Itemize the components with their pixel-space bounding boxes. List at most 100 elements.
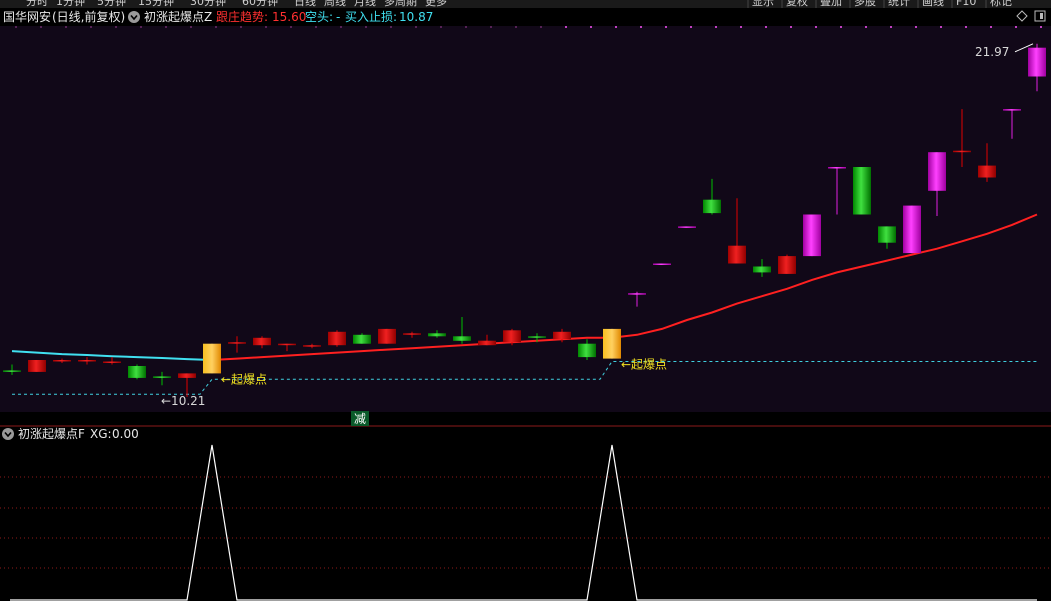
grid-dot xyxy=(940,26,942,28)
toolbar-button[interactable]: 标记 xyxy=(990,0,1012,8)
toolbar-button[interactable]: 统计 xyxy=(888,0,910,8)
grid-dot xyxy=(1015,26,1017,28)
period-label: (日线,前复权) xyxy=(52,9,125,24)
grid-dot xyxy=(315,26,317,28)
low-price-label: ←10.21 xyxy=(161,394,205,408)
candle-body xyxy=(353,334,371,344)
main-indicator-toggle-icon[interactable] xyxy=(128,11,140,23)
grid-dot xyxy=(165,26,167,28)
reduce-marker: 减 xyxy=(354,412,366,426)
grid-dot xyxy=(865,26,867,28)
candle-body xyxy=(478,340,496,346)
grid-dot xyxy=(390,26,392,28)
grid-dot xyxy=(440,26,442,28)
candle-body xyxy=(378,328,396,344)
toolbar-item[interactable]: 30分钟 xyxy=(190,0,226,8)
candle-body xyxy=(978,165,996,178)
grid-dot xyxy=(540,26,542,28)
xg-line xyxy=(10,444,1037,601)
explosion-point-label: ←起爆点 xyxy=(221,372,267,386)
candle xyxy=(128,364,146,380)
candle-body xyxy=(778,256,796,274)
xg-label: XG: xyxy=(90,427,112,441)
candle-body xyxy=(153,376,171,378)
candle xyxy=(328,330,346,347)
grid-dot xyxy=(615,26,617,28)
toolbar-button[interactable]: 画线 xyxy=(922,0,944,8)
grid-dot xyxy=(965,26,967,28)
toolbar-item[interactable]: 更多 xyxy=(425,0,447,8)
candle-body xyxy=(603,328,621,359)
candle-body xyxy=(678,226,696,228)
candle xyxy=(378,328,396,344)
grid-dot xyxy=(190,26,192,28)
candle-body xyxy=(953,150,971,153)
main-plot-area xyxy=(0,26,1051,412)
candle-body xyxy=(178,373,196,378)
grid-dot xyxy=(365,26,367,28)
follow-trend-value: 15.60 xyxy=(272,10,306,24)
candle-body xyxy=(453,336,471,341)
candle-body xyxy=(328,331,346,346)
stop-loss-value: 10.87 xyxy=(399,10,433,24)
candle-body xyxy=(228,342,246,344)
toolbar-button[interactable]: F10 xyxy=(956,0,976,8)
candle-body xyxy=(553,331,571,340)
grid-dot xyxy=(790,26,792,28)
toolbar-item[interactable]: 多周期 xyxy=(384,0,417,8)
sub-indicator-toggle-icon[interactable] xyxy=(2,428,14,440)
main-indicator-name: 初涨起爆点Z xyxy=(144,9,212,24)
toolbar-item[interactable]: 日线 xyxy=(294,0,316,8)
grid-dot xyxy=(290,26,292,28)
candle xyxy=(28,360,46,372)
candle-body xyxy=(753,266,771,273)
stop-loss-label: 买入止损: xyxy=(345,10,397,24)
toolbar-item[interactable]: 15分钟 xyxy=(138,0,174,8)
toolbar-button[interactable]: 多股 xyxy=(854,0,876,8)
grid-dot xyxy=(265,26,267,28)
candle-body xyxy=(3,370,21,372)
candle-body xyxy=(303,345,321,347)
candle xyxy=(603,328,621,359)
candle xyxy=(903,205,921,254)
grid-dot xyxy=(840,26,842,28)
candle xyxy=(853,167,871,215)
candle-body xyxy=(728,245,746,264)
candle-body xyxy=(428,333,446,337)
grid-dot xyxy=(990,26,992,28)
axis-strip xyxy=(0,412,1051,426)
explosion-point-label: ←起爆点 xyxy=(621,358,667,372)
grid-dot xyxy=(1040,26,1042,28)
grid-dot xyxy=(65,26,67,28)
candle-body xyxy=(53,360,71,362)
grid-dot xyxy=(340,26,342,28)
grid-dot xyxy=(515,26,517,28)
toolbar-item[interactable]: 月线 xyxy=(354,0,376,8)
candle-body xyxy=(103,361,121,363)
grid-dot xyxy=(590,26,592,28)
grid-dot xyxy=(765,26,767,28)
candle-body xyxy=(703,199,721,214)
xg-value: 0.00 xyxy=(112,427,139,441)
grid-dot xyxy=(215,26,217,28)
toolbar-button[interactable]: 显示 xyxy=(752,0,774,8)
grid-dot xyxy=(915,26,917,28)
toolbar-item[interactable]: 分时 xyxy=(26,0,48,8)
stock-name: 国华网安 xyxy=(3,9,51,24)
toolbar-button[interactable]: 复权 xyxy=(786,0,808,8)
candle-body xyxy=(903,205,921,254)
toolbar-item[interactable]: 5分钟 xyxy=(97,0,126,8)
chart-canvas: 分时 1分钟 5分钟 15分钟 30分钟 60分钟 日线 周线 月线 多周期 更多 显示 复权 叠加 多股… xyxy=(0,0,1051,601)
grid-dot xyxy=(690,26,692,28)
toolbar-item[interactable]: 60分钟 xyxy=(242,0,278,8)
candle xyxy=(678,226,696,228)
toolbar-button[interactable]: 叠加 xyxy=(820,0,842,8)
candle-body xyxy=(928,152,946,191)
toolbar-item[interactable]: 1分钟 xyxy=(56,0,85,8)
toolbar-item[interactable]: 周线 xyxy=(324,0,346,8)
candle-body xyxy=(128,366,146,378)
grid-dot xyxy=(140,26,142,28)
candle-body xyxy=(278,343,296,346)
short-label: 空头: xyxy=(305,10,333,24)
candle-body xyxy=(578,343,596,358)
